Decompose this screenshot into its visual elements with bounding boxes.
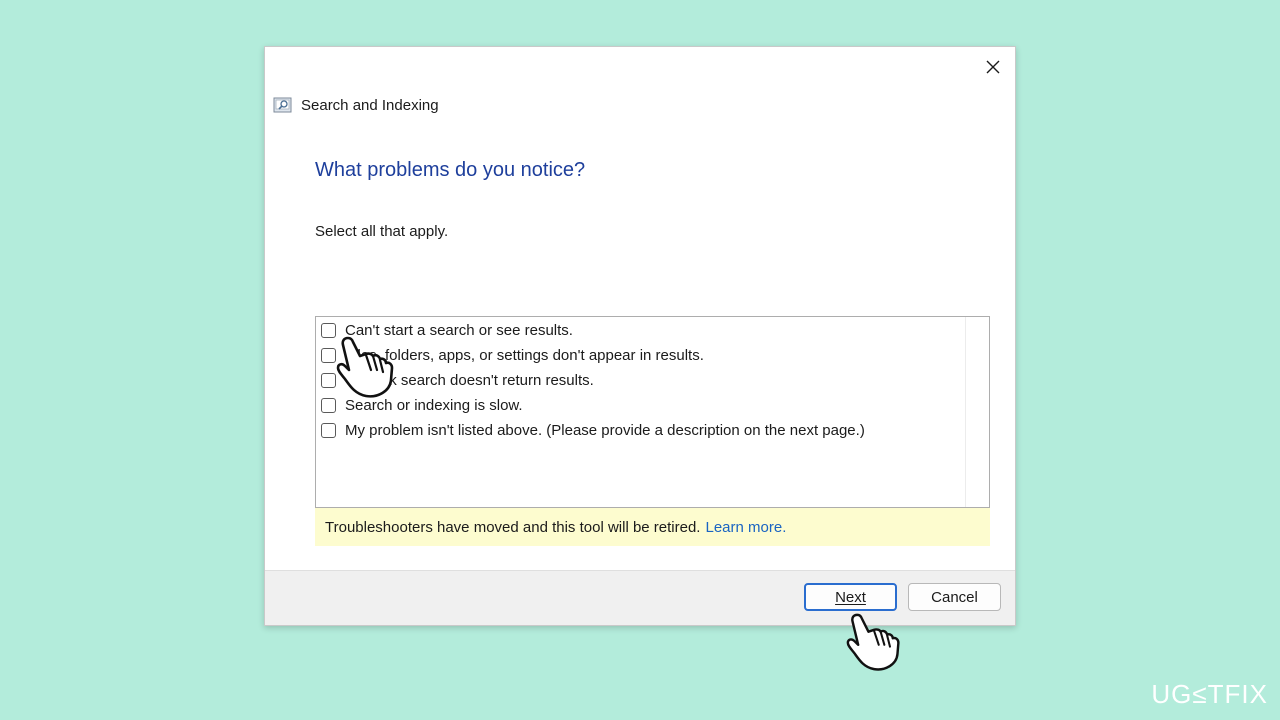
watermark-suffix: FIX [1224, 679, 1268, 709]
option-files-not-in-results[interactable]: Files, folders, apps, or settings don't … [321, 344, 704, 366]
option-cant-start-search[interactable]: Can't start a search or see results. [321, 319, 573, 341]
option-search-slow[interactable]: Search or indexing is slow. [321, 394, 523, 416]
troubleshooter-dialog: Search and Indexing What problems do you… [264, 46, 1016, 626]
title-row: Search and Indexing [273, 95, 439, 115]
checkbox[interactable] [321, 397, 336, 413]
page-heading: What problems do you notice? [315, 159, 586, 181]
option-outlook-search[interactable]: Outlook search doesn't return results. [321, 369, 594, 391]
option-not-listed[interactable]: My problem isn't listed above. (Please p… [321, 419, 865, 441]
dialog-footer: Next Cancel [265, 570, 1015, 625]
option-label: Can't start a search or see results. [345, 321, 573, 339]
checkbox[interactable] [321, 322, 336, 338]
checkbox[interactable] [321, 347, 336, 363]
watermark-prefix: UG [1151, 679, 1193, 709]
window-title: Search and Indexing [301, 96, 439, 114]
checkbox[interactable] [321, 372, 336, 388]
checkbox[interactable] [321, 422, 336, 438]
watermark-logo: UG≤TFIX [1151, 679, 1268, 710]
next-button[interactable]: Next [804, 583, 897, 611]
close-icon [986, 60, 1000, 74]
option-label: My problem isn't listed above. (Please p… [345, 421, 865, 439]
watermark-mid: ≤T [1192, 679, 1225, 709]
option-label: Files, folders, apps, or settings don't … [345, 346, 704, 364]
instruction-text: Select all that apply. [315, 223, 449, 240]
search-indexing-icon [273, 97, 292, 113]
option-label: Outlook search doesn't return results. [345, 371, 594, 389]
cancel-button[interactable]: Cancel [908, 583, 1001, 611]
option-label: Search or indexing is slow. [345, 396, 523, 414]
close-button[interactable] [979, 53, 1007, 81]
learn-more-link[interactable]: Learn more. [705, 519, 786, 536]
retirement-notice: Troubleshooters have moved and this tool… [315, 508, 990, 546]
list-scrollbar[interactable] [965, 317, 989, 507]
problem-list: Can't start a search or see results. Fil… [315, 316, 990, 508]
notice-text: Troubleshooters have moved and this tool… [325, 518, 701, 536]
